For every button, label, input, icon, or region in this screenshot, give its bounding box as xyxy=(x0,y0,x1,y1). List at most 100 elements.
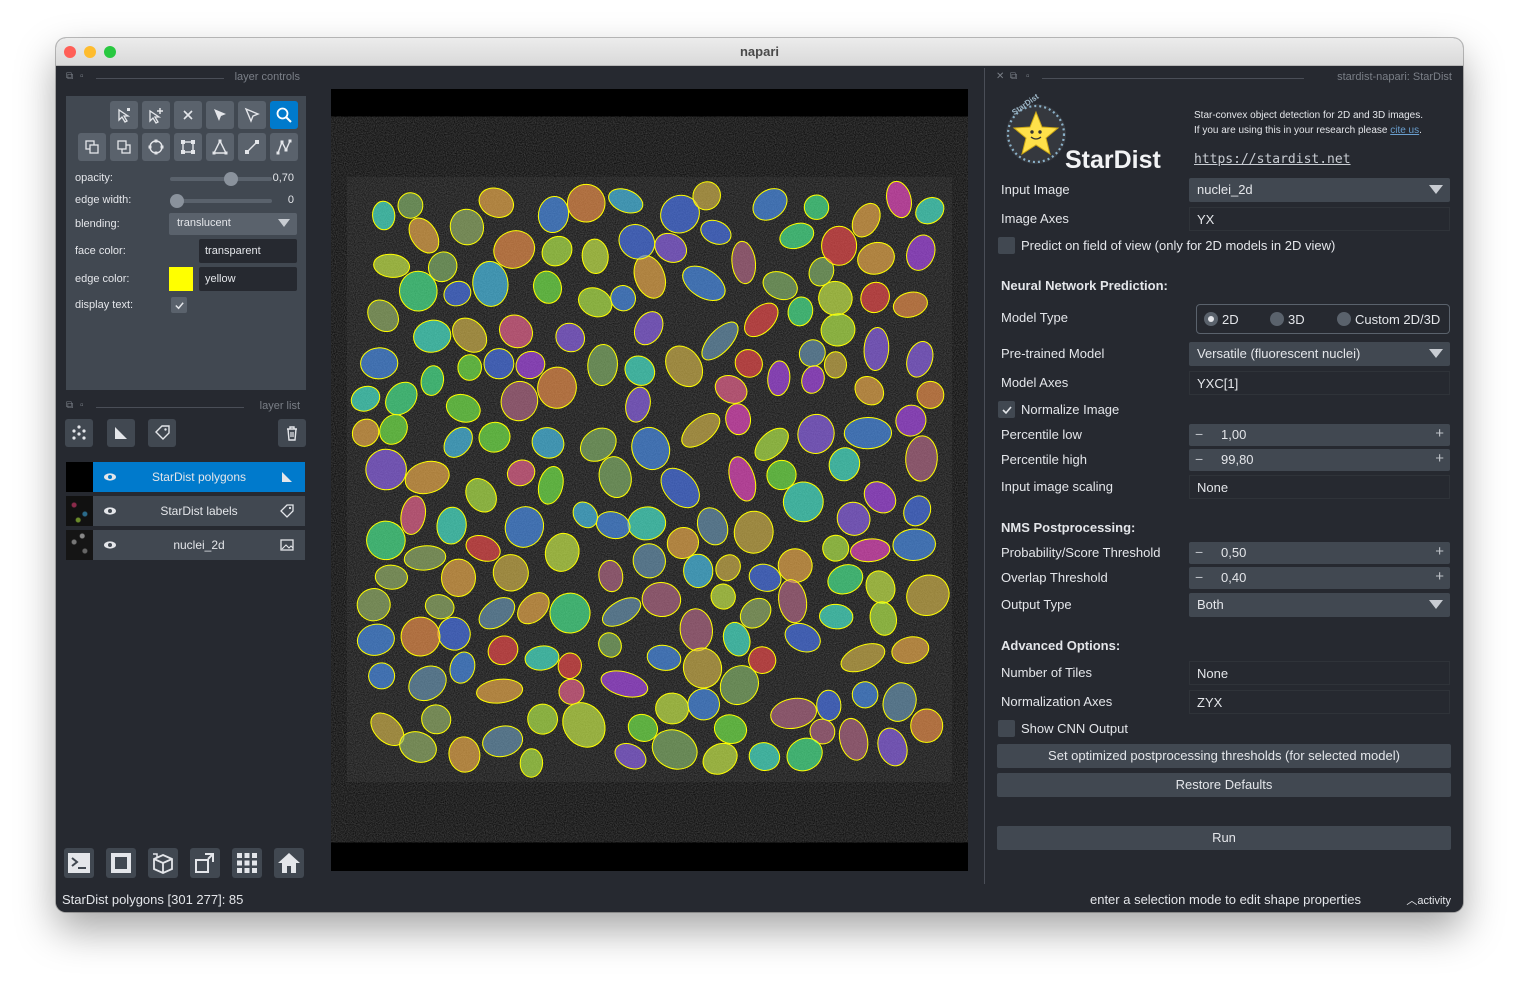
layer-row-stardist-labels[interactable]: StarDist labels xyxy=(66,496,305,526)
trash-icon xyxy=(287,426,297,441)
opacity-label: opacity: xyxy=(75,172,113,184)
edge-width-slider[interactable] xyxy=(170,199,272,203)
face-color-input[interactable]: transparent xyxy=(199,239,297,263)
polygon-button[interactable] xyxy=(206,133,234,161)
plus-icon[interactable]: + xyxy=(1435,543,1444,560)
model-axes-field[interactable]: YXC[1] xyxy=(1189,371,1450,395)
new-labels-button[interactable] xyxy=(148,419,176,447)
minus-icon[interactable]: − xyxy=(1195,451,1203,467)
input-image-select[interactable]: nuclei_2d xyxy=(1189,178,1450,202)
new-shapes-button[interactable] xyxy=(107,419,135,447)
add-vertices-button[interactable] xyxy=(142,101,170,129)
move-back-button[interactable] xyxy=(78,133,106,161)
rectangle-button[interactable] xyxy=(174,133,202,161)
chevron-down-icon xyxy=(1429,600,1443,609)
image-axes-field[interactable]: YX xyxy=(1189,207,1450,231)
plus-icon[interactable]: + xyxy=(1435,568,1444,585)
delete-shape-icon xyxy=(183,110,193,120)
visibility-eye-icon[interactable] xyxy=(103,470,117,484)
restore-defaults-button[interactable]: Restore Defaults xyxy=(997,773,1451,797)
nucleus-polygon xyxy=(519,748,544,778)
delete-layer-button[interactable] xyxy=(278,419,306,447)
overlap-threshold-spinbox[interactable]: − 0,40 + xyxy=(1189,567,1450,589)
percentile-high-spinbox[interactable]: − 99,80 + xyxy=(1189,449,1450,471)
edge-width-slider-handle[interactable] xyxy=(170,194,184,208)
select-button[interactable] xyxy=(238,101,266,129)
edge-color-swatch[interactable] xyxy=(169,267,193,291)
model-type-custom-radio[interactable] xyxy=(1337,312,1351,326)
pretrained-model-label: Pre-trained Model xyxy=(1001,346,1105,361)
float-icon[interactable]: ⧉ xyxy=(66,400,73,411)
ellipse-button[interactable] xyxy=(142,133,170,161)
line-icon xyxy=(245,140,259,154)
number-of-tiles-field[interactable]: None xyxy=(1189,661,1450,685)
prob-threshold-value: 0,50 xyxy=(1221,545,1247,560)
prob-threshold-spinbox[interactable]: − 0,50 + xyxy=(1189,542,1450,564)
layer-row-stardist-polygons[interactable]: StarDist polygons xyxy=(66,462,305,492)
minus-icon[interactable]: − xyxy=(1195,569,1203,585)
grid-button[interactable] xyxy=(232,848,262,878)
opacity-slider[interactable] xyxy=(170,177,272,181)
chevron-down-icon xyxy=(1429,349,1443,358)
select-vertices-button[interactable] xyxy=(110,101,138,129)
square-2d-icon xyxy=(111,853,131,873)
move-back-icon xyxy=(85,140,99,154)
new-points-button[interactable] xyxy=(65,419,93,447)
path-button[interactable] xyxy=(270,133,298,161)
line-button[interactable] xyxy=(238,133,266,161)
cite-link[interactable]: cite us xyxy=(1390,125,1419,136)
splitter[interactable] xyxy=(984,68,985,884)
layer-row-nuclei-2d[interactable]: nuclei_2d xyxy=(66,530,305,560)
float-icon[interactable]: ⧉ xyxy=(66,71,73,82)
show-cnn-output-checkbox[interactable] xyxy=(998,720,1015,737)
stardist-url-link[interactable]: https://stardist.net xyxy=(1194,152,1351,167)
run-button[interactable]: Run xyxy=(997,826,1451,850)
nucleus-polygon xyxy=(910,708,944,743)
percentile-low-spinbox[interactable]: − 1,00 + xyxy=(1189,424,1450,446)
delete-shape-button[interactable] xyxy=(174,101,202,129)
shapes-icon xyxy=(115,427,127,439)
model-type-2d-radio[interactable] xyxy=(1204,312,1218,326)
move-front-button[interactable] xyxy=(110,133,138,161)
output-type-select[interactable]: Both xyxy=(1189,593,1450,617)
pin-icon[interactable]: ▫ xyxy=(80,400,84,411)
edge-color-input[interactable]: yellow xyxy=(199,267,297,291)
opacity-slider-handle[interactable] xyxy=(224,172,238,186)
plus-icon[interactable]: + xyxy=(1435,450,1444,467)
normalization-axes-field[interactable]: ZYX xyxy=(1189,690,1450,714)
transpose-button[interactable] xyxy=(190,848,220,878)
percentile-low-value: 1,00 xyxy=(1221,427,1247,442)
roll-dims-button[interactable] xyxy=(148,848,178,878)
visibility-eye-icon[interactable] xyxy=(103,504,117,518)
console-button[interactable] xyxy=(64,848,94,878)
minus-icon[interactable]: − xyxy=(1195,544,1203,560)
viewer-canvas[interactable] xyxy=(331,89,968,871)
nucleus-polygon xyxy=(821,225,858,266)
select-icon xyxy=(244,107,260,123)
direct-select-icon xyxy=(214,109,226,121)
model-type-3d-radio[interactable] xyxy=(1270,312,1284,326)
input-scaling-field[interactable]: None xyxy=(1189,475,1450,499)
visibility-eye-icon[interactable] xyxy=(103,538,117,552)
direct-select-button[interactable] xyxy=(206,101,234,129)
display-text-label: display text: xyxy=(75,299,134,311)
ndisplay-button[interactable] xyxy=(106,848,136,878)
minus-icon[interactable]: − xyxy=(1195,426,1203,442)
model-type-group: 2D 3D Custom 2D/3D xyxy=(1196,304,1450,334)
pin-icon[interactable]: ▫ xyxy=(80,71,84,82)
model-type-3d-label: 3D xyxy=(1288,312,1305,327)
display-text-checkbox[interactable] xyxy=(171,297,187,313)
check-icon xyxy=(174,301,184,309)
predict-fov-checkbox[interactable] xyxy=(998,237,1015,254)
plus-icon[interactable]: + xyxy=(1435,425,1444,442)
pretrained-model-select[interactable]: Versatile (fluorescent nuclei) xyxy=(1189,342,1450,366)
blending-select[interactable]: translucent xyxy=(169,213,297,235)
home-button[interactable] xyxy=(274,848,304,878)
normalize-image-checkbox[interactable] xyxy=(998,401,1015,418)
prob-threshold-label: Probability/Score Threshold xyxy=(1001,545,1161,560)
activity-button[interactable]: ︿activity xyxy=(1406,892,1451,908)
select-vertices-icon xyxy=(118,108,131,123)
zoom-button[interactable] xyxy=(270,101,298,129)
image-layer-icon xyxy=(280,539,294,551)
set-optimized-thresholds-button[interactable]: Set optimized postprocessing thresholds … xyxy=(997,744,1451,768)
